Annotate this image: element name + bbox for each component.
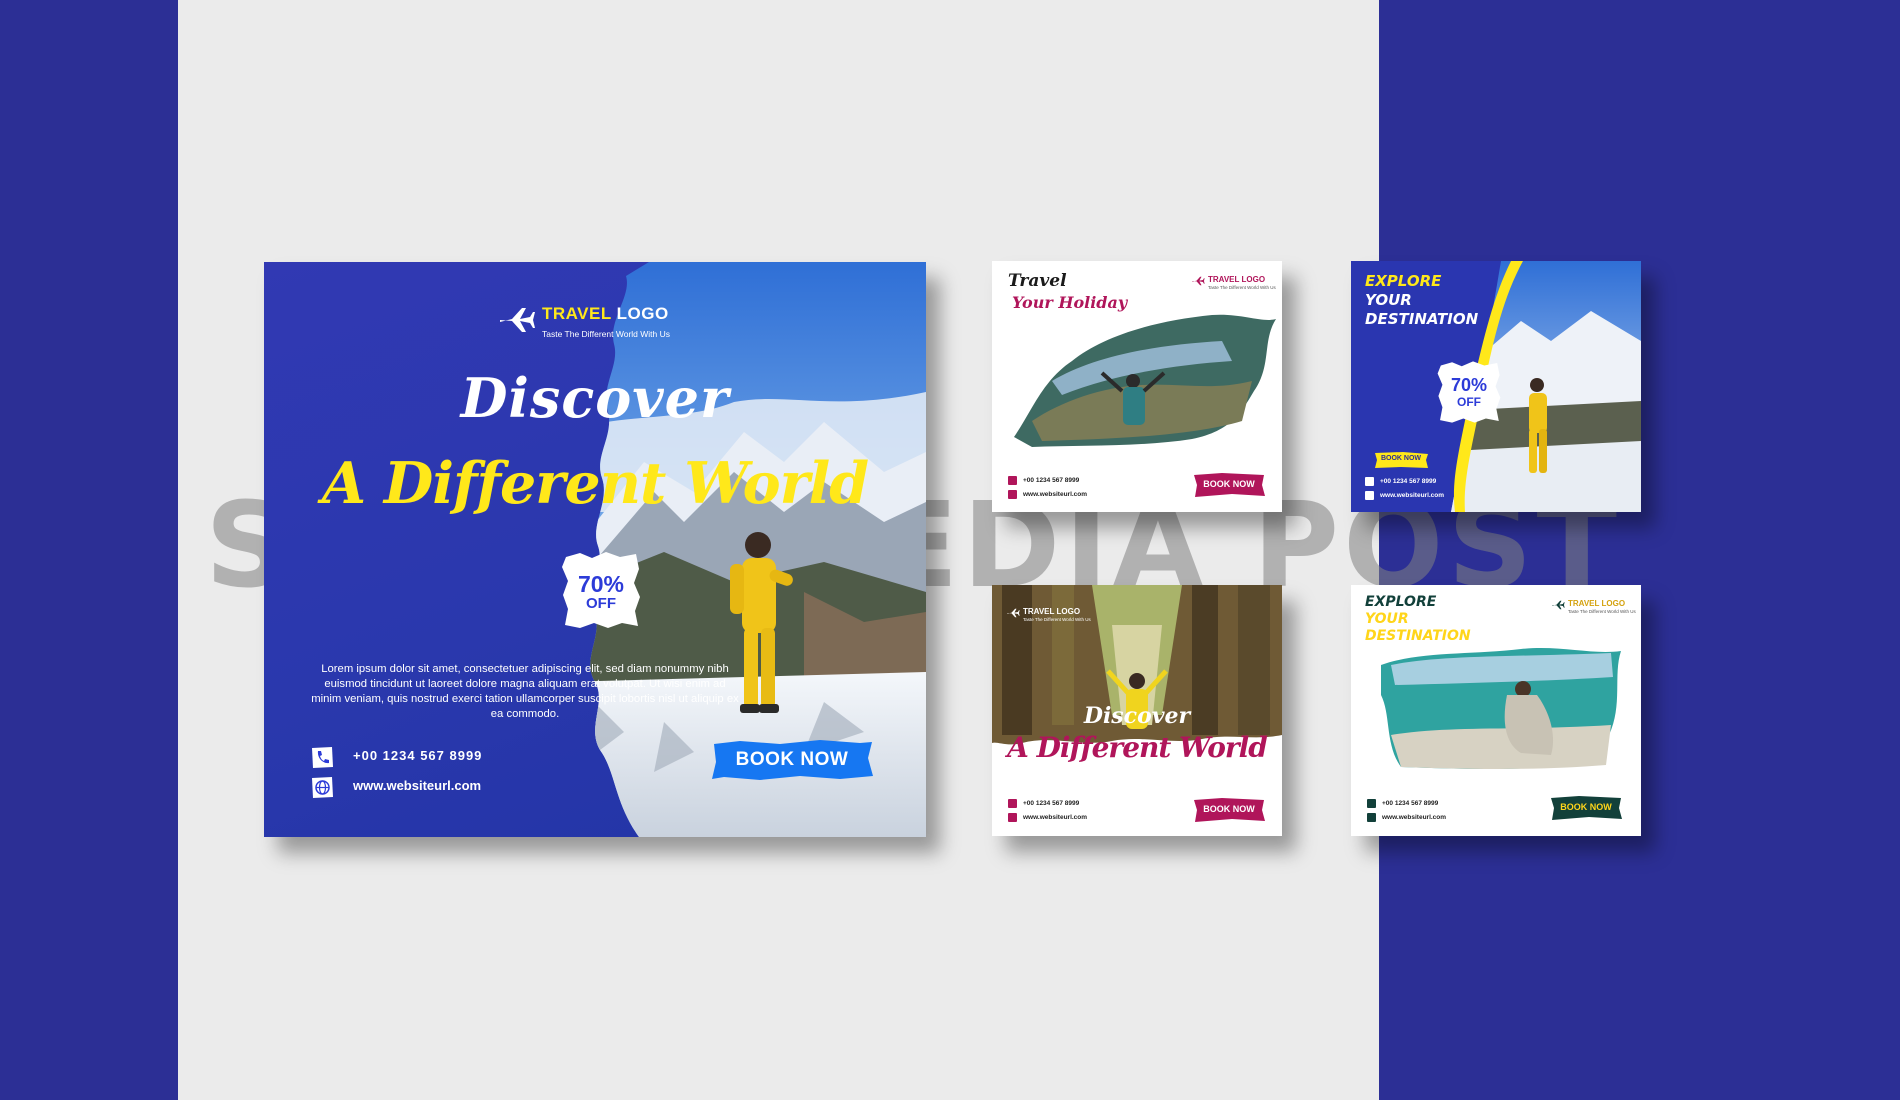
discount-percent: 70% [1450, 375, 1488, 395]
discount-badge: 70% OFF [1436, 359, 1502, 425]
logo-tagline: Taste The Different World With Us [1023, 617, 1091, 622]
website-url: www.websiteurl.com [1380, 492, 1445, 499]
headline-discover: Discover [460, 366, 730, 430]
discount-percent: 70% [577, 571, 625, 597]
globe-icon [1367, 813, 1376, 822]
logo-name: TRAVEL LOGO [542, 304, 669, 323]
phone-number: +00 1234 567 8999 [353, 748, 483, 763]
explore-destination-blue-post: EXPLORE YOUR DESTINATION 70% OFF BOOK NO… [1351, 261, 1641, 512]
phone-icon [312, 747, 333, 768]
travel-logo: TRAVEL LOGO Taste The Different World Wi… [1006, 605, 1106, 622]
phone-number: +00 1234 567 8999 [1382, 800, 1439, 807]
headline-explore-destination: EXPLORE YOUR DESTINATION [1365, 594, 1471, 644]
logo-tagline: Taste The Different World With Us [1568, 609, 1636, 614]
book-now-label: BOOK NOW [1203, 479, 1255, 489]
logo-tagline: Taste The Different World With Us [1208, 285, 1276, 290]
travel-logo: TRAVEL LOGO Taste The Different World Wi… [1191, 273, 1281, 290]
discover-world-forest-post: TRAVEL LOGO Taste The Different World Wi… [992, 585, 1282, 836]
headline-your-holiday: Your Holiday [1012, 293, 1128, 312]
plane-icon [1552, 600, 1565, 610]
headline-discover: Discover [1083, 703, 1191, 729]
headline-travel: Travel [1008, 271, 1067, 291]
phone-icon [1367, 799, 1376, 808]
logo-name: TRAVEL LOGO [1208, 275, 1266, 284]
globe-icon [1365, 491, 1374, 500]
explore-destination-white-post: EXPLORE YOUR DESTINATION TRAVEL LOGO Tas… [1351, 585, 1641, 836]
headline-different-world: A Different World [321, 450, 869, 517]
headline-different-world: A Different World [1007, 731, 1268, 764]
book-now-button[interactable]: BOOK NOW [1373, 451, 1429, 469]
plane-icon [1007, 608, 1020, 618]
website-url: www.websiteurl.com [1382, 814, 1447, 821]
discount-badge: 70% OFF [560, 549, 642, 631]
phone-number: +00 1234 567 8999 [1023, 477, 1080, 484]
phone-icon [1008, 476, 1017, 485]
book-now-label: BOOK NOW [1560, 802, 1612, 812]
phone-icon [1365, 477, 1374, 486]
website-url: www.websiteurl.com [353, 778, 482, 793]
book-now-label: BOOK NOW [1380, 455, 1422, 462]
left-blue-panel [0, 0, 178, 1100]
logo-tagline: Taste The Different World With Us [542, 329, 671, 339]
travel-logo: TRAVEL LOGO Taste The Different World Wi… [496, 300, 726, 350]
travel-logo: TRAVEL LOGO Taste The Different World Wi… [1551, 597, 1641, 614]
book-now-label: BOOK NOW [735, 749, 849, 770]
plane-icon [500, 308, 535, 332]
website-url: www.websiteurl.com [1023, 491, 1088, 498]
globe-icon [1008, 490, 1017, 499]
book-now-button[interactable]: BOOK NOW [1192, 797, 1266, 823]
website-url: www.websiteurl.com [1023, 814, 1088, 821]
book-now-label: BOOK NOW [1203, 804, 1255, 814]
phone-number: +00 1234 567 8999 [1023, 800, 1080, 807]
book-now-button[interactable]: BOOK NOW [1192, 472, 1266, 498]
main-travel-post: TRAVEL LOGO Taste The Different World Wi… [264, 262, 926, 837]
phone-number: +00 1234 567 8999 [1380, 478, 1437, 485]
headline-explore-destination: EXPLORE YOUR DESTINATION [1365, 272, 1479, 328]
book-now-button[interactable]: BOOK NOW [710, 738, 874, 782]
plane-icon [1192, 276, 1205, 286]
logo-name: TRAVEL LOGO [1568, 599, 1626, 608]
logo-name: TRAVEL LOGO [1023, 607, 1081, 616]
discount-off: OFF [1457, 395, 1481, 409]
globe-icon [1008, 813, 1017, 822]
travel-holiday-post: Travel Your Holiday TRAVEL LOGO Taste Th… [992, 261, 1282, 512]
body-text: Lorem ipsum dolor sit amet, consectetuer… [311, 663, 739, 720]
globe-icon [312, 777, 333, 798]
book-now-button[interactable]: BOOK NOW [1549, 795, 1623, 821]
phone-icon [1008, 799, 1017, 808]
discount-off: OFF [586, 595, 616, 612]
